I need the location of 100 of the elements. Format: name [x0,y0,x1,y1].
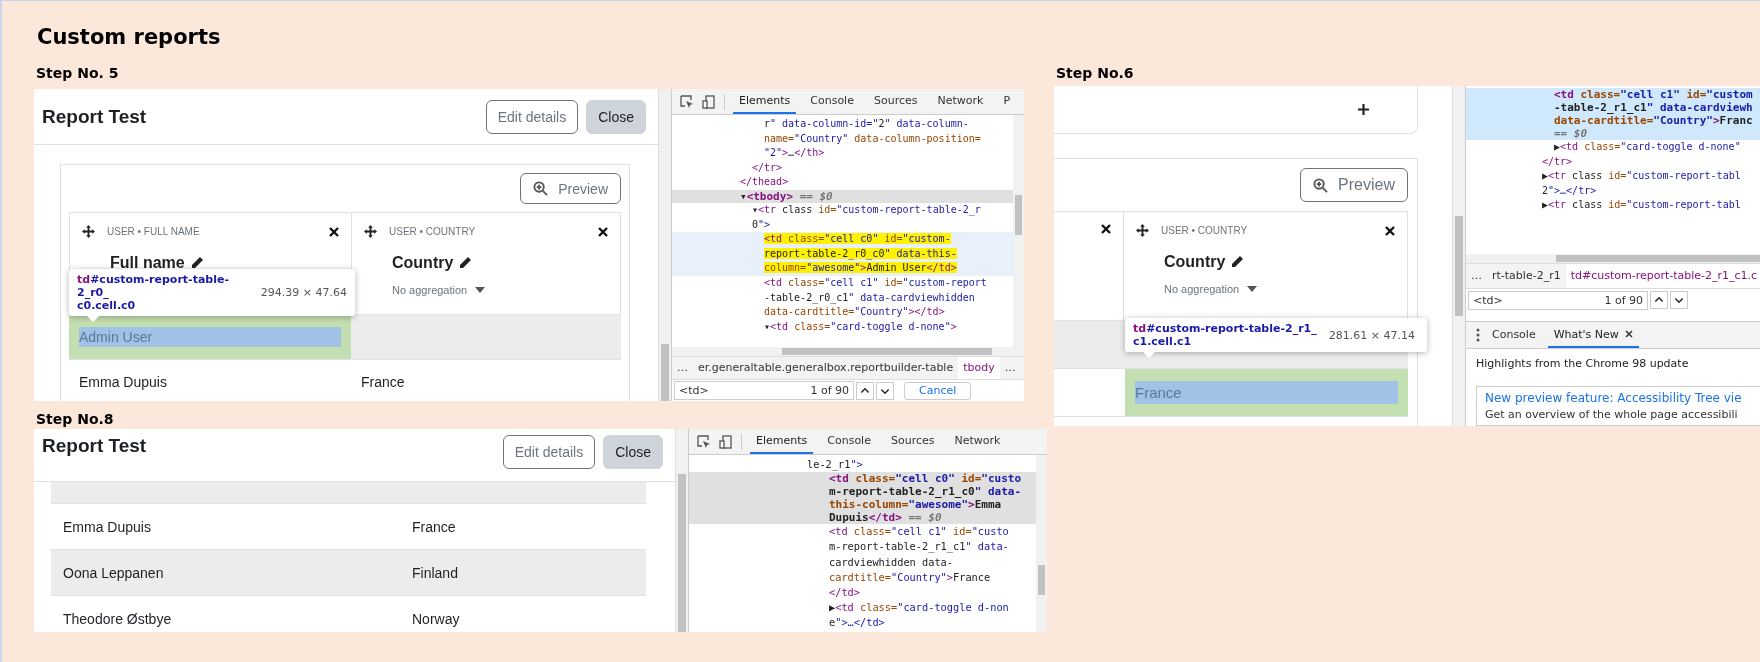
code-line[interactable]: ▾<tr class id="custom-report-table-2_r [752,202,1013,218]
code-line[interactable]: </thead> [740,175,1013,190]
pencil-icon[interactable] [458,256,473,270]
devtools-tab[interactable]: Network [948,429,1007,454]
breadcrumb[interactable]: tbody [958,356,1000,380]
element-size: 294.39 × 47.64 [260,286,347,299]
code-line[interactable]: == $0 [1554,127,1760,140]
drawer-tab[interactable]: What's New [1547,322,1639,348]
code-line[interactable]: <td class="cell c1" id="custo [829,524,1036,540]
devtools-tab[interactable]: Console [804,89,860,114]
panel-heading: Highlights from the Chrome 98 update [1475,356,1690,372]
scrollbar[interactable] [1013,115,1024,347]
devtools-tab[interactable]: P [997,89,1017,114]
move-icon[interactable] [364,225,377,238]
devtools-tab[interactable]: Console [821,429,877,454]
action-button[interactable]: Edit details [502,435,596,469]
code-line[interactable]: ▾<tbody> == $0 [740,189,1013,203]
code-line[interactable]: ▶<tr class id="custom-report-tabl [1542,198,1760,213]
code-line[interactable]: data-cardtitle="Country"></td> [764,305,1013,320]
code-line[interactable]: Dupuis</td> == $0 [829,511,1036,525]
search-field[interactable]: <td> 1 of 90 [1468,290,1648,310]
breadcrumb[interactable]: er.generaltable.generalbox.reportbuilder-table [693,356,959,380]
code-line[interactable]: m-report-table-2_r1_c0" data- [829,485,1036,499]
chevron-up-icon[interactable] [1650,291,1668,309]
aggregation-select[interactable]: No aggregation [392,284,468,296]
code-line[interactable]: "2">…</th> [764,146,1013,161]
action-button[interactable]: Edit details [485,99,579,134]
device-icon[interactable] [702,94,716,109]
chevron-up-icon[interactable] [856,381,874,400]
scrollbar[interactable] [1452,86,1465,426]
feature-link[interactable]: New preview feature: Accessibility Tree vie [1485,391,1754,405]
more-icon[interactable] [1476,328,1480,342]
code-line[interactable]: -table-2_r1_c1" data-cardviewh [1554,101,1760,114]
search-field[interactable]: <td> 1 of 90 [674,381,854,401]
code-line[interactable]: -table-2_r0_c1" data-cardviewhidden [764,290,1013,306]
device-icon[interactable] [719,434,733,449]
breadcrumb[interactable]: … [999,356,1021,380]
aggregation-select[interactable]: No aggregation [1164,283,1240,295]
code-line[interactable]: 2">…</tr> [1542,183,1760,199]
caret-icon[interactable] [1247,286,1258,292]
cancel-button[interactable]: Cancel [904,381,972,400]
code-line[interactable]: le-2_r1"> [807,457,1036,473]
code-line[interactable]: </tr> [752,160,1013,176]
zoom-in-icon [1313,177,1329,193]
code-line[interactable]: data-cardtitle="Country">Franc [1554,114,1760,127]
code-line[interactable]: <td class="cell c1" id="custom-report [764,275,1013,291]
breadcrumb[interactable]: … [1466,264,1487,288]
code-line[interactable]: </tr> [1542,154,1760,170]
code-line[interactable]: name="Country" data-column-position= [764,131,1013,147]
drawer-tab[interactable]: Console [1486,322,1542,348]
close-icon[interactable] [1624,330,1633,338]
devtools-tab[interactable]: Elements [750,429,814,454]
scrollbar[interactable] [672,347,1024,356]
breadcrumb[interactable]: … [672,356,693,380]
scrollbar[interactable] [1036,455,1047,632]
chevron-down-icon[interactable] [876,381,894,400]
chevron-down-icon[interactable] [1670,291,1688,309]
code-line[interactable]: cardtitle="Country">France [829,569,1036,585]
code-line[interactable]: cardviewhidden data- [829,554,1036,570]
action-button[interactable]: Close [586,99,646,134]
devtools-tab[interactable]: Elements [733,89,797,114]
devtools-tab[interactable]: Network [931,89,990,114]
preview-button[interactable]: Preview [1300,168,1408,202]
move-icon[interactable] [82,225,95,238]
inspect-icon[interactable] [680,94,694,109]
devtools-tab[interactable]: Sources [884,429,941,454]
scrollbar[interactable] [658,89,671,401]
move-icon[interactable] [1136,224,1149,237]
code-line[interactable]: 0"> [752,217,1013,233]
pencil-icon[interactable] [1230,255,1245,269]
caret-icon[interactable] [475,287,486,293]
code-line[interactable]: </td> [829,585,1036,601]
code-line[interactable]: ▶<tr class id="custom-report-tabl [1542,169,1760,184]
code-line[interactable]: r" data-column-id="2" data-column- [764,117,1013,132]
inspect-icon[interactable] [697,434,711,449]
breadcrumb[interactable]: td#custom-report-table-2_r1_c1.c [1565,264,1760,288]
pencil-icon[interactable] [189,256,204,270]
preview-button[interactable]: Preview [520,173,621,204]
scrollbar[interactable] [1466,254,1760,263]
code-line[interactable]: m-report-table-2_r1_c1" data- [829,539,1036,555]
action-button[interactable]: Close [603,435,663,469]
step-label: Step No. 5 [35,64,120,83]
devtools-tab[interactable]: Sources [867,89,924,114]
code-line[interactable]: ▶<td class="card-toggle d-non [829,600,1036,616]
code-line[interactable]: ▾<td class="card-toggle d-none"> [764,319,1013,335]
close-icon[interactable] [1101,224,1111,234]
scrollbar[interactable] [675,429,688,632]
breadcrumb[interactable]: rt-table-2_r1 [1487,264,1566,288]
column-category: USER • FULL NAME [107,226,201,237]
code-line[interactable]: <td class="cell c0" id="custo [829,472,1036,486]
code-line[interactable]: <td class="cell c1" id="custom [1554,88,1760,101]
table-cell: Finland [412,564,458,581]
close-icon[interactable] [329,226,339,237]
table-cell: Theodore Østbye [63,610,172,627]
close-icon[interactable] [598,226,608,237]
plus-icon[interactable] [1358,104,1369,115]
code-line[interactable]: e">…</td> [829,615,1036,631]
code-line[interactable]: ▶<td class="card-toggle d-none" [1554,140,1760,155]
close-icon[interactable] [1385,225,1395,236]
code-line[interactable]: this-column="awesome">Emma [829,498,1036,512]
